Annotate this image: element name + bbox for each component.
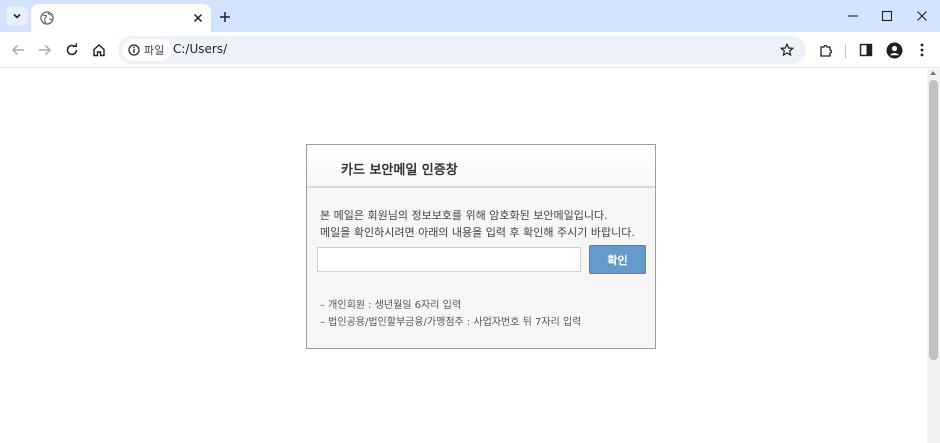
maximize-button[interactable]: [876, 6, 898, 26]
close-icon: [193, 13, 203, 23]
scroll-thumb[interactable]: [929, 80, 938, 360]
dialog-header: 카드 보안메일 인증창: [307, 145, 655, 188]
close-icon: [917, 11, 927, 21]
info-icon: [128, 44, 140, 56]
side-panel-button[interactable]: [857, 41, 875, 59]
arrow-left-icon: [11, 44, 24, 56]
menu-button[interactable]: [913, 41, 931, 59]
window-close-button[interactable]: [911, 6, 933, 26]
star-icon: [780, 43, 794, 57]
secure-mail-dialog: 카드 보안메일 인증창 본 메일은 회원님의 정보보호를 위해 암호화된 보안메…: [306, 144, 656, 349]
home-button[interactable]: [90, 41, 108, 59]
address-bar[interactable]: 파일 C:/Users/: [118, 36, 806, 64]
tab-search-button[interactable]: [6, 6, 28, 26]
verification-code-input[interactable]: [317, 247, 581, 272]
more-vertical-icon: [920, 43, 924, 57]
new-tab-button[interactable]: [216, 8, 234, 26]
maximize-icon: [881, 10, 893, 22]
avatar-icon: [886, 42, 902, 58]
side-panel-icon: [859, 43, 873, 57]
dialog-message-line-2: 메일을 확인하시려면 아래의 내용을 입력 후 확인해 주시기 바랍니다.: [320, 226, 635, 239]
reload-button[interactable]: [63, 41, 81, 59]
minimize-icon: [848, 15, 858, 17]
puzzle-icon: [819, 44, 832, 57]
toolbar-divider: [845, 44, 846, 58]
minimize-button[interactable]: [842, 6, 864, 26]
tab-strip: [0, 0, 940, 32]
profile-button[interactable]: [885, 41, 903, 59]
vertical-scrollbar[interactable]: [927, 69, 940, 443]
plus-icon: [220, 12, 230, 22]
back-button[interactable]: [9, 41, 27, 59]
note-individual: – 개인회원 : 생년월일 6자리 입력: [320, 300, 462, 311]
confirm-button[interactable]: 확인: [589, 245, 646, 274]
browser-tab[interactable]: [31, 4, 211, 32]
site-info-label: 파일: [144, 44, 165, 57]
site-info-chip[interactable]: 파일: [122, 39, 173, 61]
url-text[interactable]: C:/Users/: [173, 42, 227, 56]
bookmark-button[interactable]: [779, 42, 795, 58]
dialog-title: 카드 보안메일 인증창: [341, 163, 458, 178]
chevron-down-icon: [13, 13, 21, 19]
browser-toolbar: 파일 C:/Users/: [0, 32, 940, 68]
arrow-right-icon: [39, 44, 52, 56]
reload-icon: [66, 43, 78, 56]
note-corporate: – 법인공용/법인할부금융/가맹점주 : 사업자번호 뒤 7자리 입력: [320, 317, 582, 328]
scroll-up-arrow[interactable]: [930, 71, 936, 75]
dialog-message-line-1: 본 메일은 회원님의 정보보호를 위해 암호화된 보안메일입니다.: [320, 209, 608, 222]
forward-button[interactable]: [36, 41, 54, 59]
tab-close-button[interactable]: [191, 11, 205, 25]
extensions-button[interactable]: [817, 41, 835, 59]
globe-icon: [40, 11, 54, 25]
home-icon: [93, 44, 105, 57]
